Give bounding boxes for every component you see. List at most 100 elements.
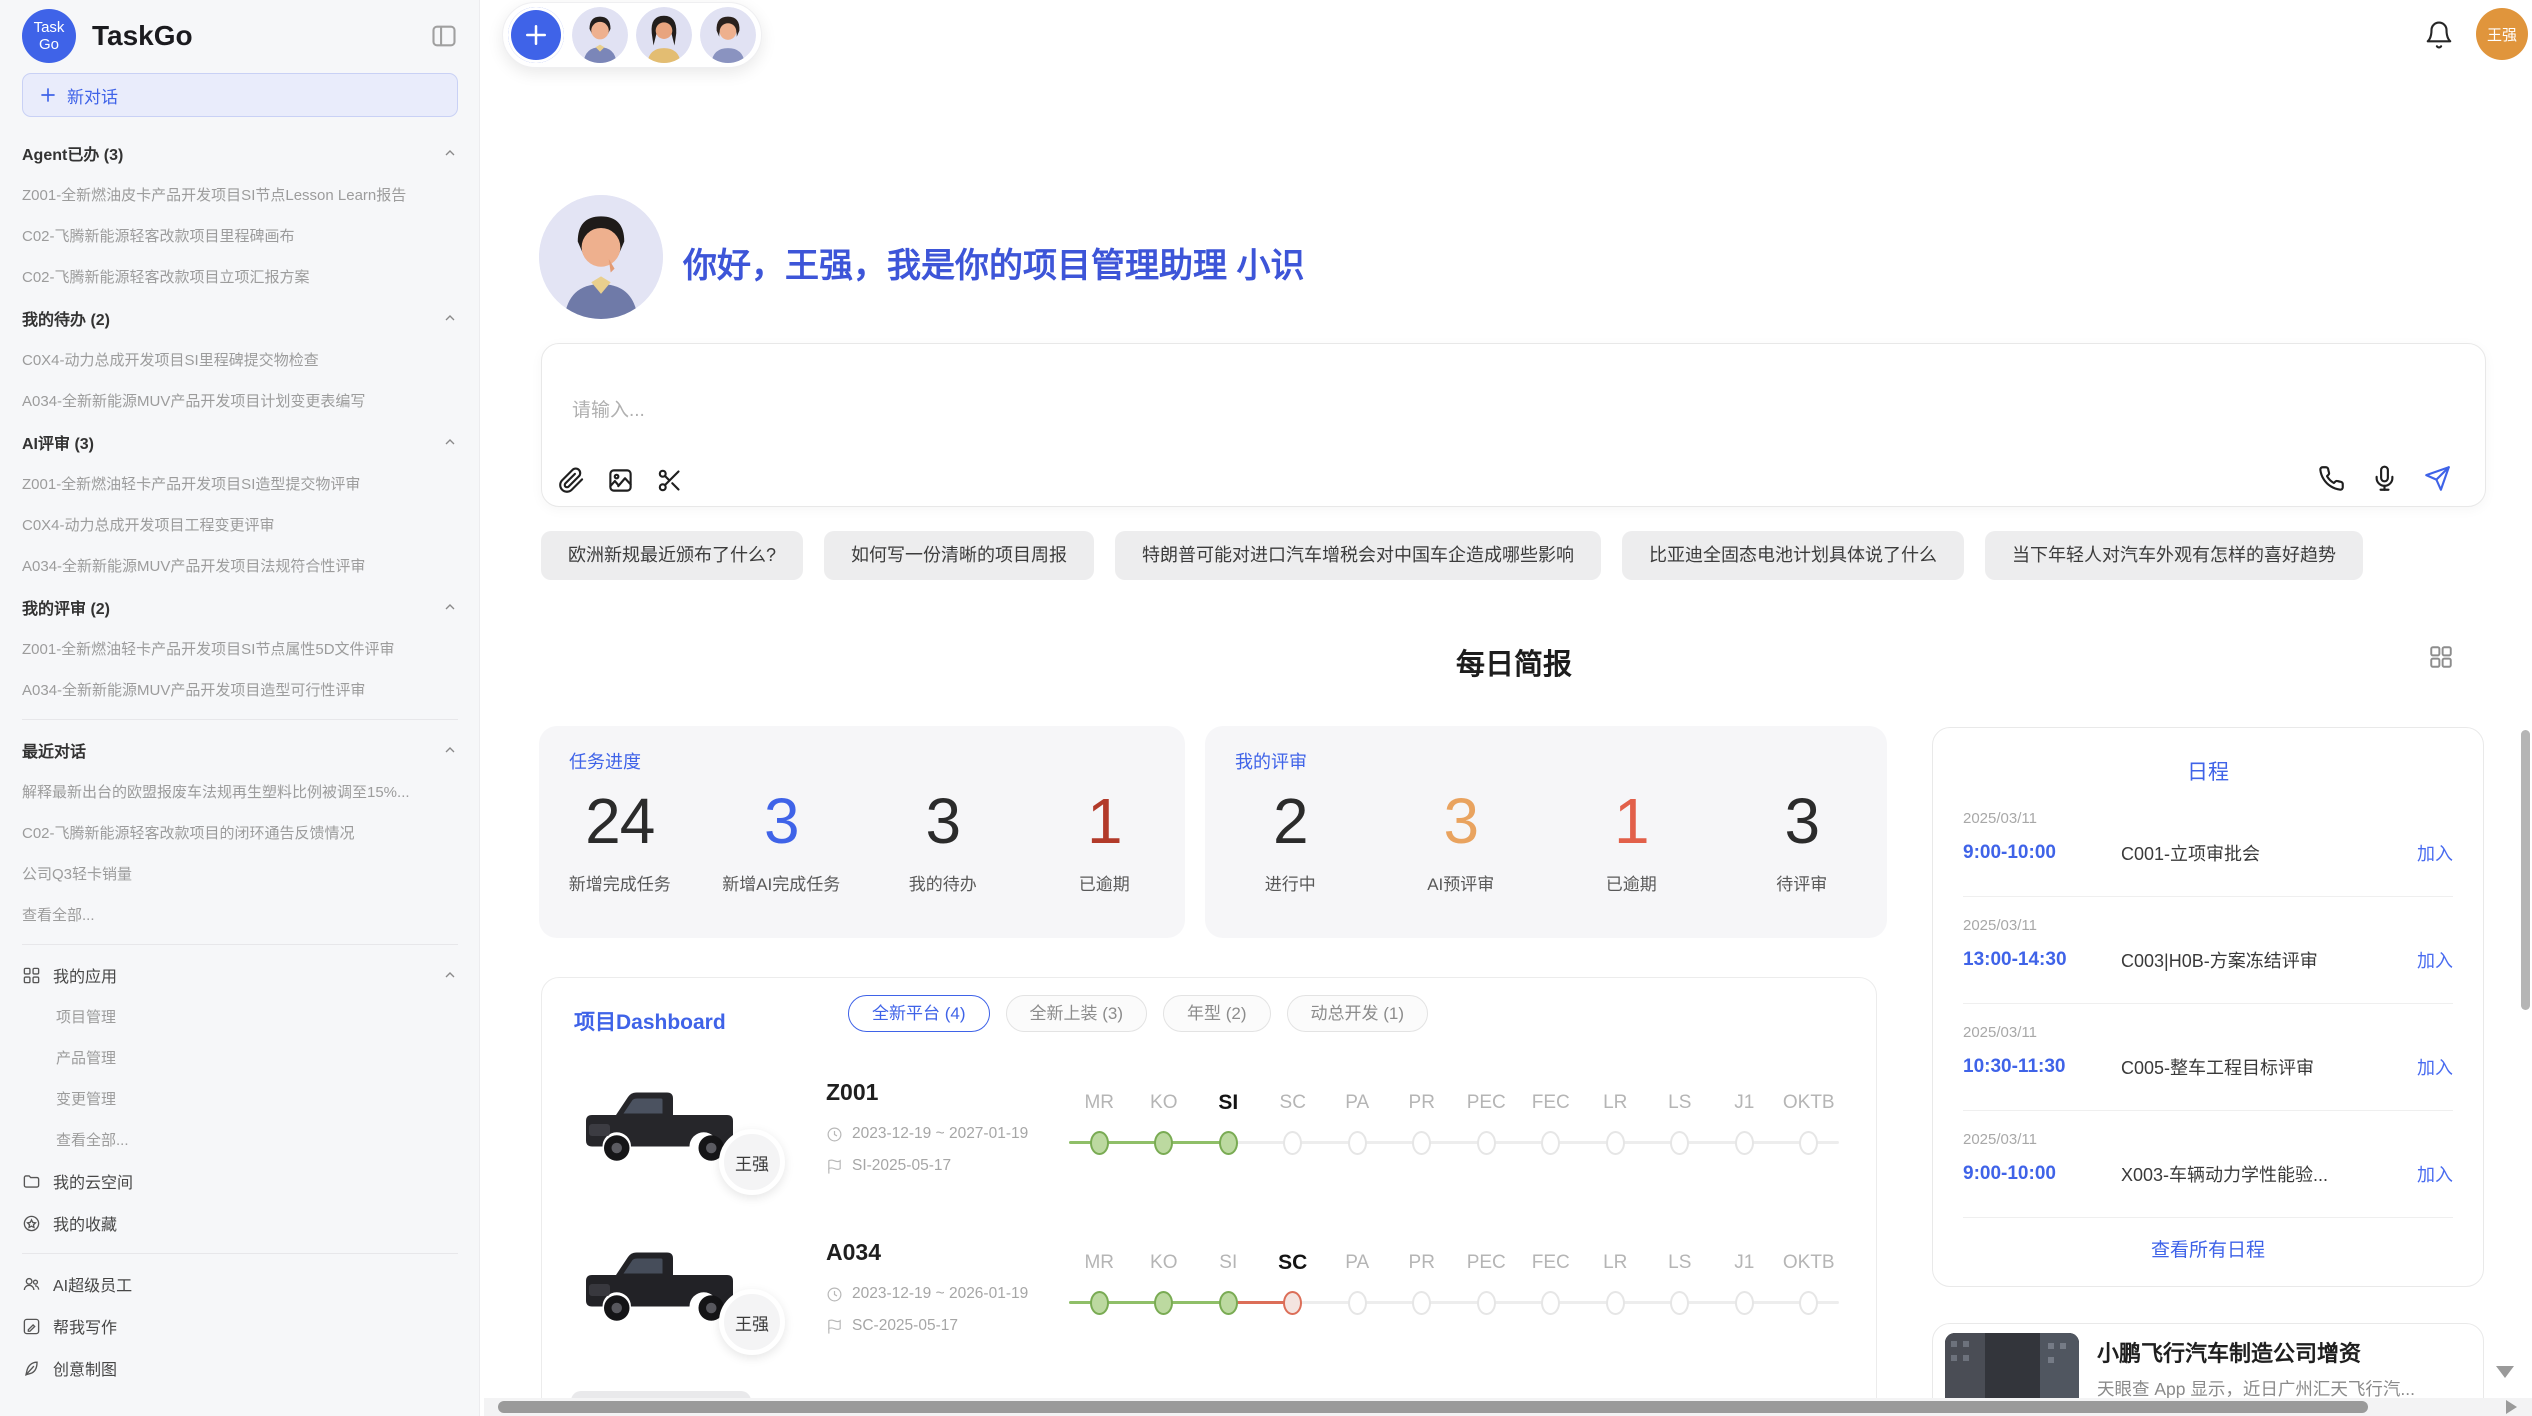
suggestion-chip[interactable]: 比亚迪全固态电池计划具体说了什么 xyxy=(1622,531,1964,580)
writing-label: 帮我写作 xyxy=(53,1314,117,1338)
favorites-icon xyxy=(22,1214,41,1233)
milestone-label: FEC xyxy=(1519,1249,1584,1277)
date-range-text: 2023-12-19 ~ 2027-01-19 xyxy=(852,1125,1028,1143)
section-agent-done[interactable]: Agent已办 (3) xyxy=(22,132,458,174)
sidebar-collapse-icon[interactable] xyxy=(430,22,458,50)
session-avatar-3[interactable] xyxy=(700,7,756,63)
chat-composer xyxy=(541,343,2486,507)
scroll-right-arrow[interactable] xyxy=(2506,1400,2517,1414)
sidebar-item[interactable]: C0X4-动力总成开发项目SI里程碑提交物检查 xyxy=(22,339,458,380)
stat-label: 待评审 xyxy=(1717,870,1888,895)
sidebar-item-ai-staff[interactable]: AI超级员工 xyxy=(22,1263,458,1305)
milestone-label: PA xyxy=(1325,1249,1390,1277)
sidebar-item-favorites[interactable]: 我的收藏 xyxy=(22,1202,458,1244)
scroll-down-arrow[interactable] xyxy=(2496,1366,2514,1378)
session-avatar-2[interactable] xyxy=(636,7,692,63)
project-row[interactable]: 王强 Z001 2023-12-19 ~ 2027-01-19 SI-2025-… xyxy=(542,1061,1876,1226)
schedule-date: 2025/03/11 xyxy=(1963,917,2453,934)
milestone-dot xyxy=(1735,1291,1754,1315)
milestone-dot xyxy=(1735,1131,1754,1155)
sidebar-item[interactable]: C02-飞腾新能源轻客改款项目里程碑画布 xyxy=(22,215,458,256)
sidebar-item[interactable]: C02-飞腾新能源轻客改款项目立项汇报方案 xyxy=(22,256,458,297)
join-link[interactable]: 加入 xyxy=(2417,840,2453,866)
view-all-chats[interactable]: 查看全部... xyxy=(22,894,458,935)
sidebar-item[interactable]: C0X4-动力总成开发项目工程变更评审 xyxy=(22,504,458,545)
milestone-label: MR xyxy=(1067,1249,1132,1277)
tab-model-year[interactable]: 年型 (2) xyxy=(1163,995,1271,1032)
cloud-space-label: 我的云空间 xyxy=(53,1169,133,1193)
sidebar-item-my-apps[interactable]: 我的应用 xyxy=(22,954,458,996)
recent-chat-item[interactable]: 解释最新出台的欧盟报废车法规再生塑料比例被调至15%... xyxy=(22,771,458,812)
recent-chat-item[interactable]: C02-飞腾新能源轻客改款项目的闭环通告反馈情况 xyxy=(22,812,458,853)
tab-new-platform[interactable]: 全新平台 (4) xyxy=(848,995,990,1032)
new-chat-button[interactable]: 新对话 xyxy=(22,73,458,117)
milestone-label: LS xyxy=(1648,1249,1713,1277)
scissors-icon[interactable] xyxy=(656,467,683,494)
project-row[interactable]: 王强 A034 2023-12-19 ~ 2026-01-19 SC-2025-… xyxy=(542,1221,1876,1386)
sidebar-item[interactable]: Z001-全新燃油轻卡产品开发项目SI造型提交物评审 xyxy=(22,463,458,504)
project-date-range: 2023-12-19 ~ 2027-01-19 xyxy=(826,1125,1028,1143)
flag-icon xyxy=(826,1318,843,1335)
phone-icon[interactable] xyxy=(2318,465,2345,492)
section-ai-review[interactable]: AI评审 (3) xyxy=(22,421,458,463)
join-link[interactable]: 加入 xyxy=(2417,1054,2453,1080)
milestone-label: PEC xyxy=(1454,1089,1519,1117)
suggestion-chip[interactable]: 特朗普可能对进口汽车增税会对中国车企造成哪些影响 xyxy=(1115,531,1601,580)
paperclip-icon[interactable] xyxy=(558,467,585,494)
app-item-project-mgmt[interactable]: 项目管理 xyxy=(22,996,458,1037)
join-link[interactable]: 加入 xyxy=(2417,1161,2453,1187)
section-my-review[interactable]: 我的评审 (2) xyxy=(22,586,458,628)
tab-powertrain[interactable]: 动总开发 (1) xyxy=(1287,995,1429,1032)
milestone-label: FEC xyxy=(1519,1089,1584,1117)
view-all-apps[interactable]: 查看全部... xyxy=(22,1119,458,1160)
suggestion-chip[interactable]: 当下年轻人对汽车外观有怎样的喜好趋势 xyxy=(1985,531,2363,580)
mic-icon[interactable] xyxy=(2371,465,2398,492)
horizontal-scrollbar[interactable] xyxy=(498,1401,2368,1413)
milestone-dot xyxy=(1541,1131,1560,1155)
new-session-button[interactable] xyxy=(508,7,564,63)
sidebar-item[interactable]: Z001-全新燃油轻卡产品开发项目SI节点属性5D文件评审 xyxy=(22,628,458,669)
tab-new-body[interactable]: 全新上装 (3) xyxy=(1006,995,1148,1032)
session-avatar-1[interactable] xyxy=(572,7,628,63)
sidebar-item-drawing[interactable]: 创意制图 xyxy=(22,1347,458,1389)
milestone-dot xyxy=(1412,1131,1431,1155)
schedule-time: 10:30-11:30 xyxy=(1963,1056,2121,1078)
send-icon[interactable] xyxy=(2424,465,2451,492)
clock-icon xyxy=(826,1126,843,1143)
chevron-up-icon xyxy=(442,967,458,983)
sidebar-item[interactable]: A034-全新新能源MUV产品开发项目造型可行性评审 xyxy=(22,669,458,710)
sidebar-item-cloud-space[interactable]: 我的云空间 xyxy=(22,1160,458,1202)
news-title: 小鹏飞行汽车制造公司增资 xyxy=(2097,1336,2361,1368)
suggestion-chip[interactable]: 如何写一份清晰的项目周报 xyxy=(824,531,1094,580)
recent-chat-item[interactable]: 公司Q3轻卡销量 xyxy=(22,853,458,894)
stat-label: 进行中 xyxy=(1205,870,1376,895)
sidebar-item-label: A034-全新新能源MUV产品开发项目计划变更表编写 xyxy=(22,390,365,411)
user-avatar[interactable]: 王强 xyxy=(2476,8,2528,60)
schedule-date: 2025/03/11 xyxy=(1963,1131,2453,1148)
schedule-item: 2025/03/11 10:30-11:30 C005-整车工程目标评审 加入 xyxy=(1963,1004,2453,1111)
section-title: 我的评审 (2) xyxy=(22,595,110,619)
milestone-dot xyxy=(1799,1131,1818,1155)
sidebar-item-label: C02-飞腾新能源轻客改款项目里程碑画布 xyxy=(22,225,295,246)
sidebar-item[interactable]: A034-全新新能源MUV产品开发项目法规符合性评审 xyxy=(22,545,458,586)
view-all-schedule-link[interactable]: 查看所有日程 xyxy=(1933,1218,2483,1262)
sidebar-item-writing[interactable]: 帮我写作 xyxy=(22,1305,458,1347)
sidebar-item[interactable]: Z001-全新燃油皮卡产品开发项目SI节点Lesson Learn报告 xyxy=(22,174,458,215)
sidebar-item[interactable]: A034-全新新能源MUV产品开发项目计划变更表编写 xyxy=(22,380,458,421)
layout-grid-icon[interactable] xyxy=(2428,644,2454,670)
section-recent-chats[interactable]: 最近对话 xyxy=(22,729,458,771)
chat-input[interactable] xyxy=(572,400,1572,422)
image-icon[interactable] xyxy=(607,467,634,494)
app-item-product-mgmt[interactable]: 产品管理 xyxy=(22,1037,458,1078)
join-link[interactable]: 加入 xyxy=(2417,947,2453,973)
bell-icon[interactable] xyxy=(2424,20,2454,50)
logo-text-bottom: Go xyxy=(39,36,59,53)
app-item-change-mgmt[interactable]: 变更管理 xyxy=(22,1078,458,1119)
milestone-label: LS xyxy=(1648,1089,1713,1117)
section-my-todo[interactable]: 我的待办 (2) xyxy=(22,297,458,339)
vertical-scrollbar[interactable] xyxy=(2521,730,2530,1010)
schedule-event-title: C003|H0B-方案冻结评审 xyxy=(2121,947,2417,973)
suggestion-chip[interactable]: 欧洲新规最近颁布了什么? xyxy=(541,531,803,580)
milestone-label: PR xyxy=(1390,1249,1455,1277)
milestone-track: MR KO SI SC PA PR PEC FEC LR LS J1 OKTB xyxy=(1067,1089,1841,1155)
